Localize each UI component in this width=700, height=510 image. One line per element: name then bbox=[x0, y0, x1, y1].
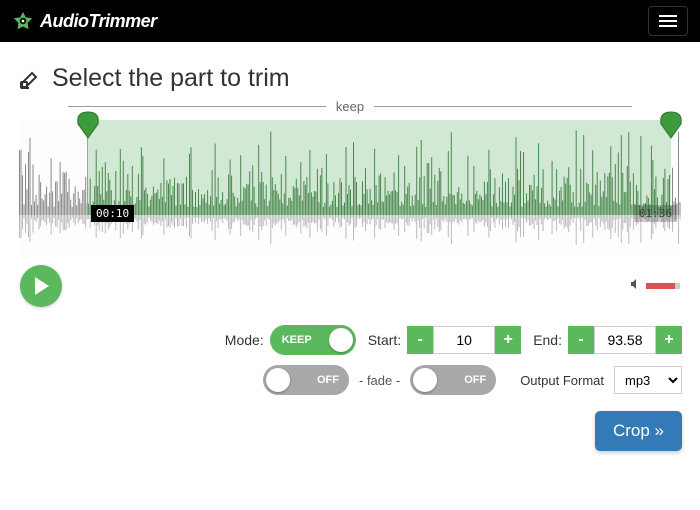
end-label: End: bbox=[533, 332, 562, 348]
play-button[interactable] bbox=[20, 265, 62, 307]
waveform-area[interactable]: 00:10 01:36 bbox=[19, 120, 681, 255]
page-title: Select the part to trim bbox=[52, 64, 290, 93]
navbar: AudioTrimmer bbox=[0, 0, 700, 42]
fade-label: - fade - bbox=[359, 373, 400, 388]
volume-icon bbox=[630, 277, 642, 295]
output-format-select[interactable]: mp3 bbox=[614, 366, 682, 394]
fade-out-toggle[interactable]: OFF bbox=[410, 365, 496, 395]
trim-handle-end[interactable] bbox=[657, 110, 685, 140]
end-input[interactable] bbox=[594, 326, 656, 354]
brand-text: AudioTrimmer bbox=[40, 11, 157, 32]
play-icon bbox=[35, 277, 51, 295]
edit-icon bbox=[18, 67, 42, 91]
trim-handle-start[interactable] bbox=[74, 110, 102, 140]
mode-toggle[interactable]: KEEP bbox=[270, 325, 356, 355]
output-format-label: Output Format bbox=[520, 373, 604, 388]
volume-slider[interactable] bbox=[646, 283, 680, 289]
main-panel: Select the part to trim keep 00:10 01:36 bbox=[0, 42, 700, 461]
keep-divider: keep bbox=[18, 99, 682, 114]
crop-button[interactable]: Crop » bbox=[595, 411, 682, 451]
time-start-label: 00:10 bbox=[91, 205, 134, 222]
selection-region[interactable] bbox=[87, 120, 671, 215]
logo[interactable]: AudioTrimmer bbox=[12, 10, 157, 32]
fade-in-toggle[interactable]: OFF bbox=[263, 365, 349, 395]
volume-control[interactable] bbox=[630, 277, 680, 295]
start-label: Start: bbox=[368, 332, 401, 348]
end-minus-button[interactable]: - bbox=[568, 326, 594, 354]
start-minus-button[interactable]: - bbox=[407, 326, 433, 354]
settings-row: Mode: KEEP Start: - + End: - + OF bbox=[18, 325, 682, 395]
menu-button[interactable] bbox=[648, 6, 688, 36]
mode-label: Mode: bbox=[225, 332, 264, 348]
time-end-label: 01:36 bbox=[634, 205, 677, 222]
start-input[interactable] bbox=[433, 326, 495, 354]
start-plus-button[interactable]: + bbox=[495, 326, 521, 354]
end-stepper: - + bbox=[568, 326, 682, 354]
start-stepper: - + bbox=[407, 326, 521, 354]
end-plus-button[interactable]: + bbox=[656, 326, 682, 354]
logo-icon bbox=[12, 10, 34, 32]
divider-label: keep bbox=[326, 99, 374, 114]
